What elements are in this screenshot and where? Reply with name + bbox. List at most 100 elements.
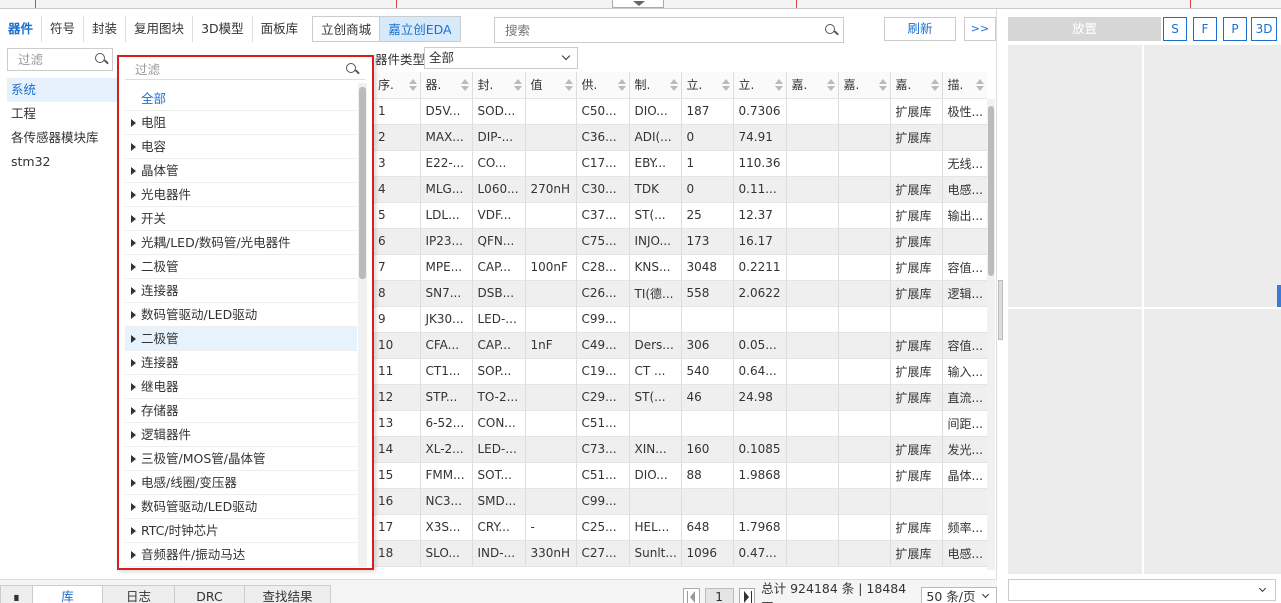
table-row[interactable]: 10 CFA... CAP... 1nF C49... Ders... 306 0.05...… [373, 332, 987, 359]
footprint-preview-button[interactable]: F [1193, 17, 1217, 41]
table-row[interactable]: 17 X3S... CRY... - C25... HEL... 648 1.7968 扩展库频… [373, 514, 987, 541]
category-item[interactable]: 电感/线圈/变压器 [125, 471, 357, 495]
sort-icon[interactable] [826, 79, 835, 91]
next-page-button[interactable] [738, 588, 756, 603]
category-item[interactable]: 逻辑器件 [125, 423, 357, 447]
expand-arrow-icon[interactable] [131, 407, 136, 415]
tree-item-system[interactable]: 系统 [7, 78, 117, 102]
column-header[interactable]: 嘉. [786, 72, 839, 99]
category-item[interactable]: 数码管驱动/LED驱动 [125, 303, 357, 327]
column-header[interactable]: 器. [420, 72, 473, 99]
expand-arrow-icon[interactable] [131, 119, 136, 127]
category-item[interactable]: 开关 [125, 207, 357, 231]
expand-arrow-icon[interactable] [131, 167, 136, 175]
category-item[interactable]: 二极管 [125, 255, 357, 279]
category-item[interactable]: 光耦/LED/数码管/光电器件 [125, 231, 357, 255]
expand-arrow-icon[interactable] [131, 527, 136, 535]
place-button[interactable]: 放置 [1008, 17, 1161, 41]
tab-log[interactable]: 日志 [103, 585, 175, 603]
table-row[interactable]: 11 CT1... SOP... C19... CT ... 540 0.64... 扩展库输… [373, 358, 987, 385]
category-item[interactable]: 电阻 [125, 111, 357, 135]
category-item[interactable]: 三极管/MOS管/晶体管 [125, 447, 357, 471]
column-header[interactable]: 制. [629, 72, 682, 99]
sort-icon[interactable] [878, 79, 887, 91]
table-row[interactable]: 3 E22-... CO... C17... EBY... 1 110.36 无线... [373, 150, 987, 177]
category-item[interactable]: 数码管驱动/LED驱动 [125, 495, 357, 519]
expand-arrow-icon[interactable] [131, 551, 136, 559]
expand-arrow-icon[interactable] [131, 455, 136, 463]
category-item[interactable]: 连接器 [125, 279, 357, 303]
table-row[interactable]: 8 SN7... DSB... C26... TI(德... 558 2.0622 扩展库 逻辑… [373, 280, 987, 307]
prev-page-button[interactable] [683, 588, 700, 603]
per-page-select[interactable]: 50 条/页 [921, 587, 998, 603]
tab-components[interactable]: 器件 [0, 16, 43, 42]
dropdown-scrollbar[interactable] [358, 83, 367, 567]
search-icon[interactable] [95, 53, 109, 65]
expand-arrow-icon[interactable] [131, 311, 136, 319]
column-header[interactable]: 嘉. [890, 72, 943, 99]
expand-button[interactable]: >> [964, 17, 996, 41]
sort-icon[interactable] [564, 79, 573, 91]
tab-3d-models[interactable]: 3D模型 [193, 16, 253, 42]
expand-arrow-icon[interactable] [131, 359, 136, 367]
table-row[interactable]: 2 MAX... DIP-... C36... ADI(... 0 74.91 扩展库 [373, 124, 987, 151]
column-header[interactable]: 立. [733, 72, 787, 99]
category-item[interactable]: 存储器 [125, 399, 357, 423]
sort-icon[interactable] [408, 79, 417, 91]
table-row[interactable]: 5 LDL... VDF... C37... ST(... 25 12.37 扩展库 输出... [373, 202, 987, 229]
sort-icon[interactable] [669, 79, 678, 91]
sort-icon[interactable] [460, 79, 469, 91]
tab-search-results[interactable]: 查找结果 [245, 585, 331, 603]
tree-item-sensor-modules[interactable]: 各传感器模块库 [7, 126, 117, 150]
tab-symbols[interactable]: 符号 [42, 16, 85, 42]
expand-arrow-icon[interactable] [131, 143, 136, 151]
category-item[interactable]: 继电器 [125, 375, 357, 399]
category-item[interactable]: 通信接口芯片/UART/485/232 [125, 567, 357, 568]
pin-icon[interactable]: ∎ [0, 585, 33, 603]
column-header[interactable]: 描. [942, 72, 987, 99]
preview-select[interactable] [1008, 579, 1276, 601]
search-input[interactable] [495, 18, 805, 42]
current-page[interactable]: 1 [704, 588, 734, 603]
sort-icon[interactable] [617, 79, 626, 91]
tab-jlc-eda[interactable]: 嘉立创EDA [379, 16, 461, 42]
refresh-button[interactable]: 刷新 [884, 17, 956, 41]
tab-reuse-blocks[interactable]: 复用图块 [126, 16, 194, 42]
search-icon[interactable] [825, 24, 839, 36]
expand-arrow-icon[interactable] [131, 431, 136, 439]
table-row[interactable]: 4 MLG... L060... 270nH C30... TDK 0 0.11... 扩展库电… [373, 176, 987, 203]
sort-icon[interactable] [721, 79, 730, 91]
category-filter-input[interactable] [125, 60, 325, 79]
expand-arrow-icon[interactable] [131, 503, 136, 511]
table-row[interactable]: 15 FMM... SOT... C51... DIO... 88 1.9868 扩展库 晶体.… [373, 462, 987, 489]
search-icon[interactable] [346, 63, 360, 75]
table-row[interactable]: 16 NC3... SMD... C99... [373, 488, 987, 515]
column-header[interactable]: 供. [576, 72, 630, 99]
tab-lcsc-mall[interactable]: 立创商城 [312, 16, 380, 42]
table-row[interactable]: 9 JK30... LED-... C99... [373, 306, 987, 333]
collapse-panel-handle[interactable] [612, 0, 664, 8]
tree-item-project[interactable]: 工程 [7, 102, 117, 126]
column-header[interactable]: 值 [525, 72, 577, 99]
column-header[interactable]: 序. [373, 72, 421, 99]
tab-panel-library[interactable]: 面板库 [253, 16, 307, 42]
table-scrollbar[interactable] [987, 99, 995, 570]
column-header[interactable]: 立. [681, 72, 734, 99]
table-row[interactable]: 6 IP23... QFN... C75... INJO... 173 16.17 扩展库 [373, 228, 987, 255]
tree-item-stm32[interactable]: stm32 [7, 150, 117, 174]
expand-arrow-icon[interactable] [131, 215, 136, 223]
sort-icon[interactable] [930, 79, 939, 91]
sort-icon[interactable] [975, 79, 984, 91]
column-header[interactable]: 封. [472, 72, 526, 99]
expand-arrow-icon[interactable] [131, 479, 136, 487]
component-type-select[interactable]: 全部 [424, 47, 578, 69]
table-row[interactable]: 18 SLO... IND-... 330nH C27... Sunlt... 1096 0.… [373, 540, 987, 567]
table-row[interactable]: 12 STP... TO-2... C29... ST(... 46 24.98 扩展库 直流.… [373, 384, 987, 411]
column-header[interactable]: 嘉. [838, 72, 891, 99]
category-item[interactable]: 全部 [125, 87, 357, 111]
symbol-preview-button[interactable]: S [1163, 17, 1187, 41]
expand-arrow-icon[interactable] [131, 287, 136, 295]
tab-footprints[interactable]: 封装 [84, 16, 127, 42]
tab-drc[interactable]: DRC [175, 585, 245, 603]
category-item[interactable]: RTC/时钟芯片 [125, 519, 357, 543]
